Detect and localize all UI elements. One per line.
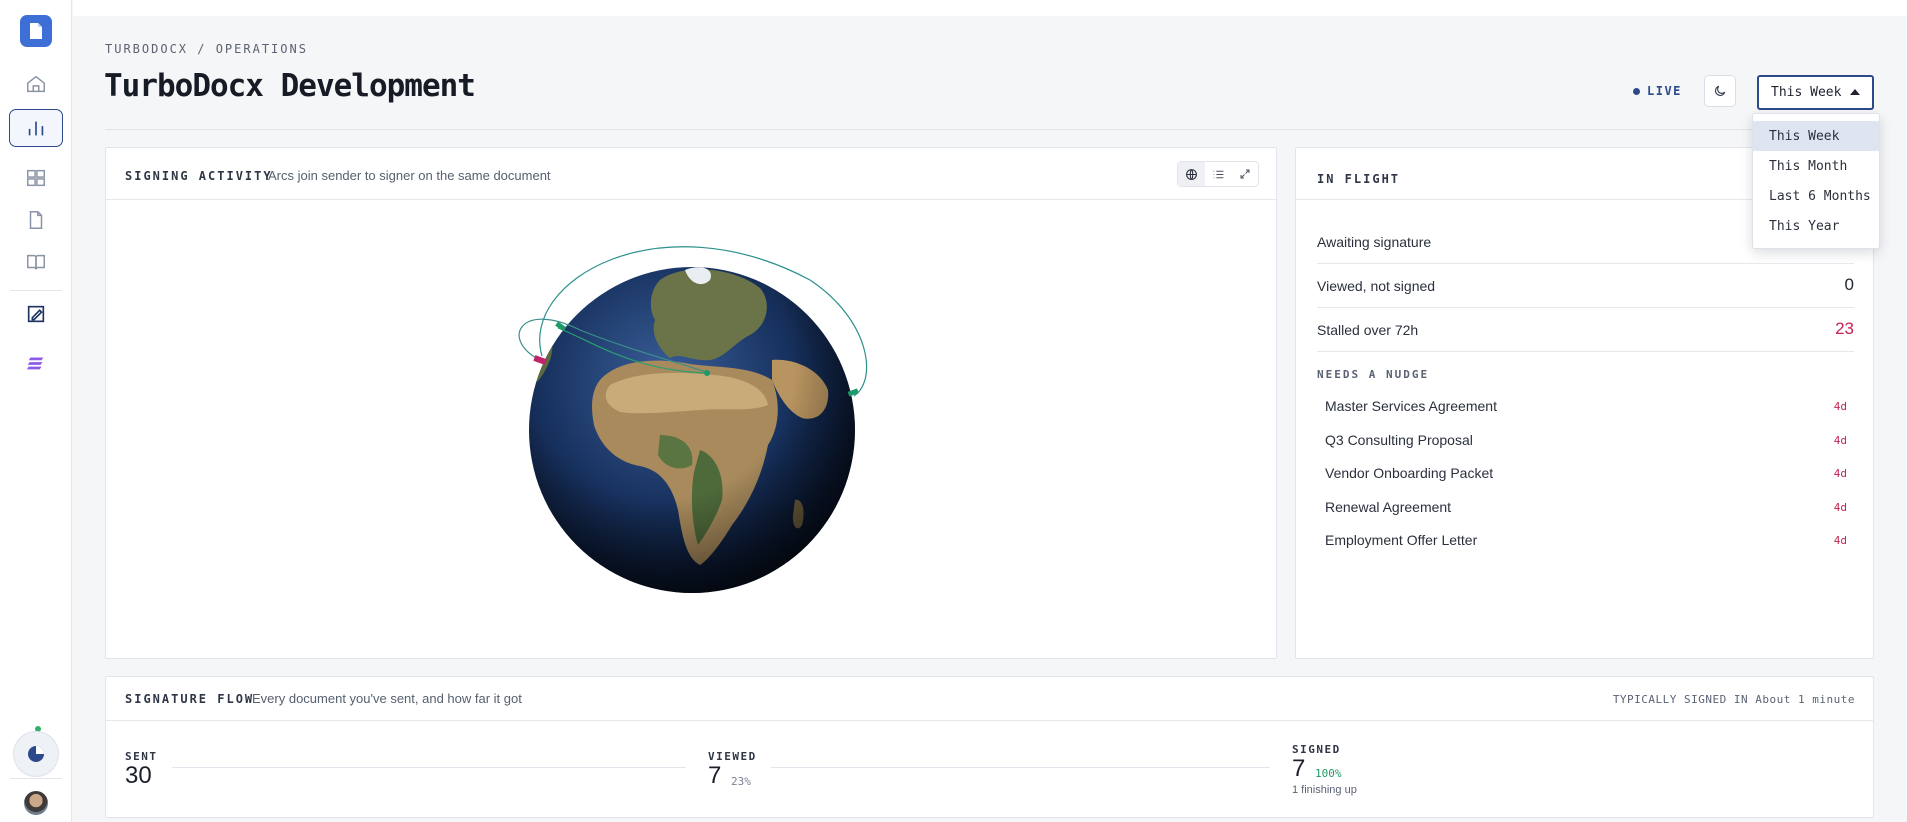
- sidebar-divider: [10, 778, 62, 779]
- date-range-option[interactable]: This Year: [1753, 211, 1879, 241]
- nudge-document-name: Q3 Consulting Proposal: [1325, 432, 1473, 448]
- date-range-menu: This Week This Month Last 6 Months This …: [1752, 113, 1880, 249]
- sidebar: [0, 0, 72, 822]
- stat-value: 23: [1835, 319, 1854, 338]
- app-logo[interactable]: [20, 15, 52, 47]
- usage-meter[interactable]: [13, 731, 59, 777]
- signing-globe[interactable]: [510, 240, 870, 600]
- nudge-item[interactable]: Master Services Agreement 4d: [1325, 398, 1847, 418]
- top-band: [73, 0, 1907, 16]
- pie-chart-icon: [28, 746, 44, 762]
- flow-signed-note: 1 finishing up: [1292, 784, 1357, 796]
- nudge-document-name: Employment Offer Letter: [1325, 532, 1478, 548]
- nudge-item[interactable]: Renewal Agreement 4d: [1325, 499, 1847, 519]
- typical-signing-time: TYPICALLY SIGNED IN About 1 minute: [1613, 693, 1855, 706]
- expand-button[interactable]: [1231, 162, 1258, 186]
- home-icon: [27, 75, 45, 93]
- stat-viewed-not-signed[interactable]: Viewed, not signed 0: [1317, 264, 1854, 308]
- stat-stalled[interactable]: Stalled over 72h 23: [1317, 308, 1854, 352]
- nudge-age: 4d: [1833, 534, 1847, 547]
- typical-label: TYPICALLY SIGNED IN: [1612, 693, 1749, 706]
- date-range-option[interactable]: This Week: [1753, 121, 1879, 151]
- nav-integration[interactable]: [9, 344, 63, 382]
- stat-label: Viewed, not signed: [1317, 278, 1436, 294]
- flow-signed-percent: 100%: [1315, 767, 1342, 780]
- book-icon: [27, 254, 45, 270]
- edit-signature-icon: [27, 305, 45, 323]
- nudge-document-name: Renewal Agreement: [1325, 499, 1452, 515]
- stat-label: Stalled over 72h: [1317, 322, 1419, 338]
- date-range-value: This Week: [1771, 85, 1842, 100]
- date-range-select[interactable]: This Week: [1757, 75, 1874, 110]
- nudge-document-name: Vendor Onboarding Packet: [1325, 465, 1494, 481]
- signing-activity-label: SIGNING ACTIVITY: [125, 169, 273, 183]
- nudge-item[interactable]: Q3 Consulting Proposal 4d: [1325, 432, 1847, 452]
- nudge-age: 4d: [1833, 400, 1847, 413]
- nav-analytics[interactable]: [9, 109, 63, 147]
- signing-activity-subtitle: Arcs join sender to signer on the same d…: [268, 168, 551, 183]
- nav-signatures[interactable]: [9, 295, 63, 333]
- chevron-up-icon: [1850, 89, 1860, 95]
- layout-icon: [27, 169, 45, 187]
- stat-value: 0: [1844, 275, 1854, 294]
- nudge-document-name: Master Services Agreement: [1325, 398, 1497, 414]
- flow-connector: [172, 767, 686, 768]
- signer-marker: [704, 370, 710, 376]
- nav-layout[interactable]: [9, 159, 63, 197]
- flow-viewed-value: 7: [708, 762, 722, 789]
- nudge-age: 4d: [1833, 501, 1847, 514]
- flow-viewed-percent: 23%: [731, 775, 751, 788]
- flow-sent-value: 30: [125, 762, 152, 789]
- nudge-age: 4d: [1833, 434, 1847, 447]
- theme-toggle-button[interactable]: [1704, 75, 1736, 107]
- flow-signed-value: 7: [1292, 755, 1306, 782]
- flow-connector: [771, 767, 1270, 768]
- nudge-item[interactable]: Vendor Onboarding Packet 4d: [1325, 465, 1847, 485]
- signer-marker: [533, 355, 547, 365]
- date-range-option[interactable]: Last 6 Months: [1753, 181, 1879, 211]
- sidebar-divider: [10, 290, 62, 291]
- signature-flow-subtitle: Every document you've sent, and how far …: [252, 691, 522, 706]
- typical-value: About 1 minute: [1755, 693, 1855, 706]
- avatar[interactable]: [24, 791, 48, 815]
- nav-home[interactable]: [9, 65, 63, 103]
- globe-icon: [1185, 168, 1197, 180]
- live-dot-icon: [1633, 87, 1640, 95]
- header-divider: [105, 129, 1873, 130]
- signature-flow-label: SIGNATURE FLOW: [125, 692, 255, 706]
- needs-nudge-heading: NEEDS A NUDGE: [1317, 368, 1430, 381]
- globe-shading: [529, 267, 855, 593]
- list-icon: [1213, 170, 1223, 178]
- stat-label: Awaiting signature: [1317, 234, 1432, 250]
- live-indicator: LIVE: [1633, 84, 1682, 98]
- list-view-button[interactable]: [1205, 162, 1232, 186]
- in-flight-label: IN FLIGHT: [1317, 172, 1401, 186]
- document-icon: [30, 23, 42, 39]
- bar-chart-icon: [28, 121, 44, 136]
- live-label: LIVE: [1647, 84, 1682, 98]
- breadcrumb: TURBODOCX / OPERATIONS: [105, 42, 308, 56]
- nav-library[interactable]: [9, 243, 63, 281]
- nudge-age: 4d: [1833, 467, 1847, 480]
- nudge-item[interactable]: Employment Offer Letter 4d: [1325, 532, 1847, 552]
- stacked-lines-icon: [26, 357, 44, 370]
- expand-icon: [1240, 169, 1250, 179]
- moon-icon: [1715, 85, 1726, 96]
- nav-documents[interactable]: [9, 201, 63, 239]
- file-icon: [29, 211, 43, 229]
- view-toggle-group: [1177, 161, 1259, 187]
- page-title: TurboDocx Development: [104, 68, 476, 104]
- globe-view-button[interactable]: [1178, 162, 1205, 186]
- date-range-option[interactable]: This Month: [1753, 151, 1879, 181]
